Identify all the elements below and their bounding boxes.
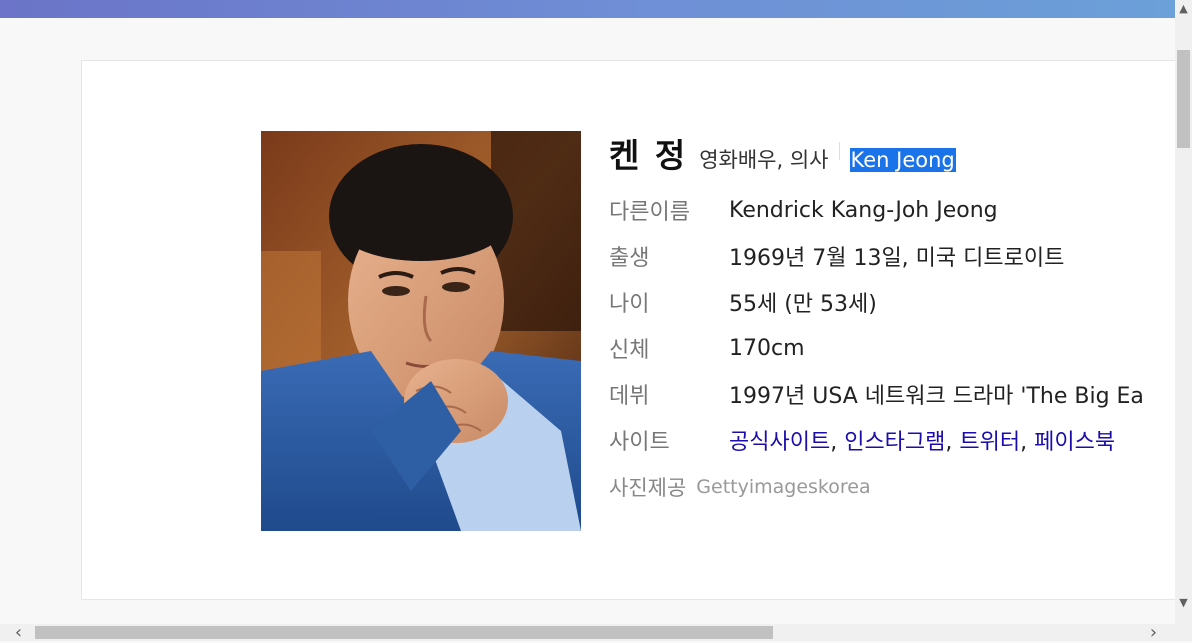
detail-value: 1969년 7월 13일, 미국 디트로이트 [729, 246, 1065, 271]
detail-row-body: 신체 170cm [609, 325, 1175, 371]
detail-row-birth: 출생 1969년 7월 13일, 미국 디트로이트 [609, 233, 1175, 279]
vertical-scroll-thumb[interactable] [1177, 50, 1190, 148]
photo-credit-row: 사진제공 Gettyimageskorea [609, 463, 1175, 511]
scrollbar-corner [1175, 624, 1192, 641]
profile-photo[interactable] [261, 131, 581, 531]
english-name-selected[interactable]: Ken Jeong [849, 148, 956, 172]
person-name[interactable]: 켄 정 [609, 129, 687, 177]
detail-row-sites: 사이트 공식사이트, 인스타그램, 트위터, 페이스북 [609, 417, 1175, 463]
detail-value: 1997년 USA 네트워크 드라마 'The Big Ea [729, 384, 1144, 409]
instagram-link[interactable]: 인스타그램 [844, 430, 945, 455]
horizontal-scroll-thumb[interactable] [35, 626, 773, 639]
scroll-up-arrow-icon[interactable]: ▲ [1175, 0, 1192, 17]
detail-label: 데뷔 [609, 384, 650, 409]
detail-label: 출생 [609, 246, 650, 271]
facebook-link[interactable]: 페이스북 [1034, 430, 1115, 455]
scroll-left-arrow-icon[interactable]: ‹ [10, 624, 27, 642]
top-gradient-bar [0, 0, 1175, 18]
scroll-right-arrow-icon[interactable]: › [1145, 624, 1162, 642]
site-links: 공식사이트, 인스타그램, 트위터, 페이스북 [729, 424, 1115, 456]
detail-label: 다른이름 [609, 200, 690, 225]
page-viewport: 켄 정 영화배우, 의사 Ken Jeong 다른이름 Kendrick Kan… [0, 0, 1175, 624]
detail-label: 신체 [609, 338, 650, 363]
profile-card: 켄 정 영화배우, 의사 Ken Jeong 다른이름 Kendrick Kan… [81, 60, 1175, 600]
link-separator: , [1020, 430, 1028, 455]
detail-row-age: 나이 55세 (만 53세) [609, 279, 1175, 325]
official-site-link[interactable]: 공식사이트 [729, 430, 830, 455]
scroll-down-arrow-icon[interactable]: ▼ [1175, 594, 1192, 611]
portrait-image [261, 131, 581, 531]
person-roles: 영화배우, 의사 [699, 148, 829, 172]
detail-row-debut: 데뷔 1997년 USA 네트워크 드라마 'The Big Ea [609, 371, 1175, 417]
twitter-link[interactable]: 트위터 [959, 430, 1020, 455]
vertical-scrollbar[interactable]: ▲ ▼ [1175, 0, 1192, 624]
link-separator: , [830, 430, 838, 455]
horizontal-scrollbar[interactable]: ‹ › [0, 624, 1175, 642]
title-separator [838, 142, 840, 160]
detail-value: 170cm [729, 335, 805, 361]
detail-value: Kendrick Kang-Joh Jeong [729, 197, 998, 223]
profile-title-row: 켄 정 영화배우, 의사 Ken Jeong [609, 129, 1175, 175]
photo-credit-label: 사진제공 [609, 476, 687, 500]
detail-label: 나이 [609, 292, 650, 317]
link-separator: , [945, 430, 953, 455]
detail-row-other-name: 다른이름 Kendrick Kang-Joh Jeong [609, 187, 1175, 233]
photo-credit-value: Gettyimageskorea [696, 476, 871, 498]
profile-info: 켄 정 영화배우, 의사 Ken Jeong 다른이름 Kendrick Kan… [609, 129, 1175, 511]
detail-label: 사이트 [609, 430, 670, 455]
profile-details: 다른이름 Kendrick Kang-Joh Jeong 출생 1969년 7월… [609, 187, 1175, 511]
detail-value: 55세 (만 53세) [729, 292, 877, 317]
